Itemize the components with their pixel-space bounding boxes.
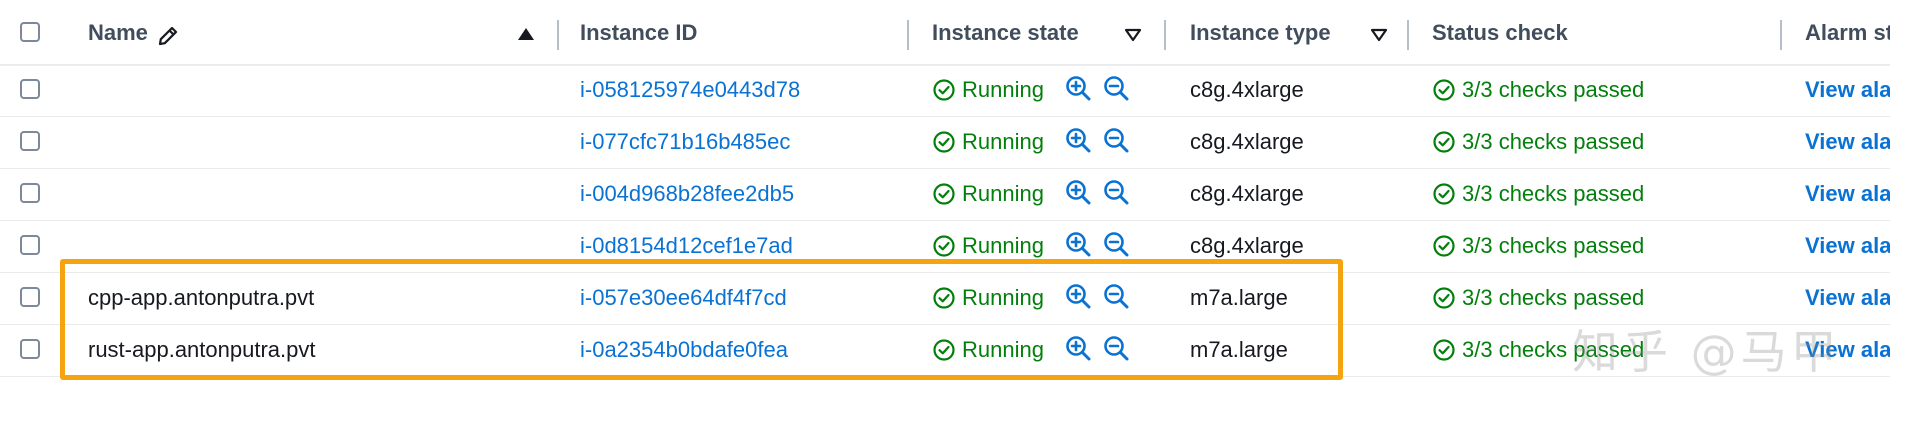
zoom-out-icon[interactable] (1102, 230, 1132, 260)
pencil-icon[interactable] (156, 24, 180, 48)
col-header-status-check[interactable]: Status check (1432, 20, 1568, 46)
instance-type: m7a.large (1190, 337, 1288, 362)
col-header-alarm-status[interactable]: Alarm st (1805, 20, 1890, 46)
table-row[interactable]: i-077cfc71b16b485ec Running c8g.4xlarge … (0, 117, 1890, 169)
instance-id-link[interactable]: i-077cfc71b16b485ec (580, 129, 790, 155)
column-divider[interactable] (1780, 20, 1782, 50)
status-check-label: 3/3 checks passed (1462, 285, 1645, 310)
col-header-instance-id[interactable]: Instance ID (580, 20, 697, 46)
status-check: 3/3 checks passed (1432, 337, 1644, 363)
table-row[interactable]: cpp-app.antonputra.pvt i-057e30ee64df4f7… (0, 273, 1890, 325)
zoom-in-icon[interactable] (1064, 74, 1094, 104)
zoom-out-icon[interactable] (1102, 74, 1132, 104)
check-circle-icon (933, 339, 955, 361)
zoom-in-icon[interactable] (1064, 334, 1094, 364)
zoom-in-icon[interactable] (1064, 178, 1094, 208)
table-row[interactable]: i-0d8154d12cef1e7ad Running c8g.4xlarge … (0, 221, 1890, 273)
column-divider[interactable] (1164, 20, 1166, 50)
instance-id-link[interactable]: i-0d8154d12cef1e7ad (580, 233, 793, 259)
instance-id-link[interactable]: i-004d968b28fee2db5 (580, 181, 794, 207)
instance-type: c8g.4xlarge (1190, 233, 1304, 258)
select-all-checkbox[interactable] (20, 22, 40, 42)
caret-down-outline-icon[interactable] (1370, 28, 1388, 42)
row-checkbox[interactable] (20, 235, 40, 255)
state-label: Running (962, 181, 1044, 206)
zoom-out-icon[interactable] (1102, 282, 1132, 312)
instance-state: Running (932, 233, 1044, 259)
zoom-out-icon[interactable] (1102, 178, 1132, 208)
state-label: Running (962, 285, 1044, 310)
instance-state: Running (932, 77, 1044, 103)
instance-name: cpp-app.antonputra.pvt (88, 285, 315, 310)
instance-id-link[interactable]: i-0a2354b0bdafe0fea (580, 337, 788, 363)
table-row[interactable]: i-004d968b28fee2db5 Running c8g.4xlarge … (0, 169, 1890, 221)
check-circle-icon (1433, 183, 1455, 205)
row-checkbox[interactable] (20, 339, 40, 359)
instance-type: c8g.4xlarge (1190, 77, 1304, 102)
row-checkbox[interactable] (20, 131, 40, 151)
check-circle-icon (1433, 131, 1455, 153)
instance-state: Running (932, 181, 1044, 207)
status-check: 3/3 checks passed (1432, 233, 1644, 259)
instance-id-link[interactable]: i-058125974e0443d78 (580, 77, 800, 103)
view-alarms-link[interactable]: View ala (1805, 233, 1890, 259)
table-header: Name Instance ID Instance state Instance… (0, 0, 1890, 66)
table-row[interactable]: rust-app.antonputra.pvt i-0a2354b0bdafe0… (0, 325, 1890, 377)
check-circle-icon (933, 131, 955, 153)
instance-type: c8g.4xlarge (1190, 129, 1304, 154)
table-row[interactable]: i-058125974e0443d78 Running c8g.4xlarge … (0, 65, 1890, 117)
view-alarms-link[interactable]: View ala (1805, 77, 1890, 103)
status-check-label: 3/3 checks passed (1462, 77, 1645, 102)
status-check: 3/3 checks passed (1432, 129, 1644, 155)
check-circle-icon (1433, 287, 1455, 309)
column-divider[interactable] (907, 20, 909, 50)
row-checkbox[interactable] (20, 79, 40, 99)
check-circle-icon (933, 183, 955, 205)
col-header-instance-type[interactable]: Instance type (1190, 20, 1331, 46)
view-alarms-link[interactable]: View ala (1805, 129, 1890, 155)
status-check-label: 3/3 checks passed (1462, 181, 1645, 206)
instance-state: Running (932, 337, 1044, 363)
instances-table: Name Instance ID Instance state Instance… (0, 0, 1890, 424)
instance-state: Running (932, 285, 1044, 311)
status-check: 3/3 checks passed (1432, 181, 1644, 207)
status-check-label: 3/3 checks passed (1462, 233, 1645, 258)
caret-down-outline-icon[interactable] (1124, 28, 1142, 42)
check-circle-icon (1433, 235, 1455, 257)
row-checkbox[interactable] (20, 183, 40, 203)
instance-state: Running (932, 129, 1044, 155)
caret-up-icon[interactable] (518, 28, 534, 40)
instance-name: rust-app.antonputra.pvt (88, 337, 316, 362)
view-alarms-link[interactable]: View ala (1805, 285, 1890, 311)
status-check-label: 3/3 checks passed (1462, 129, 1645, 154)
zoom-out-icon[interactable] (1102, 126, 1132, 156)
instance-type: m7a.large (1190, 285, 1288, 310)
zoom-in-icon[interactable] (1064, 230, 1094, 260)
zoom-out-icon[interactable] (1102, 334, 1132, 364)
col-header-name[interactable]: Name (88, 20, 148, 46)
instance-id-link[interactable]: i-057e30ee64df4f7cd (580, 285, 787, 311)
instance-type: c8g.4xlarge (1190, 181, 1304, 206)
view-alarms-link[interactable]: View ala (1805, 337, 1890, 363)
check-circle-icon (933, 235, 955, 257)
view-alarms-link[interactable]: View ala (1805, 181, 1890, 207)
check-circle-icon (1433, 339, 1455, 361)
status-check: 3/3 checks passed (1432, 77, 1644, 103)
status-check: 3/3 checks passed (1432, 285, 1644, 311)
state-label: Running (962, 233, 1044, 258)
state-label: Running (962, 77, 1044, 102)
check-circle-icon (1433, 79, 1455, 101)
state-label: Running (962, 337, 1044, 362)
check-circle-icon (933, 79, 955, 101)
zoom-in-icon[interactable] (1064, 282, 1094, 312)
row-checkbox[interactable] (20, 287, 40, 307)
check-circle-icon (933, 287, 955, 309)
state-label: Running (962, 129, 1044, 154)
status-check-label: 3/3 checks passed (1462, 337, 1645, 362)
column-divider[interactable] (557, 20, 559, 50)
col-header-instance-state[interactable]: Instance state (932, 20, 1079, 46)
column-divider[interactable] (1407, 20, 1409, 50)
zoom-in-icon[interactable] (1064, 126, 1094, 156)
